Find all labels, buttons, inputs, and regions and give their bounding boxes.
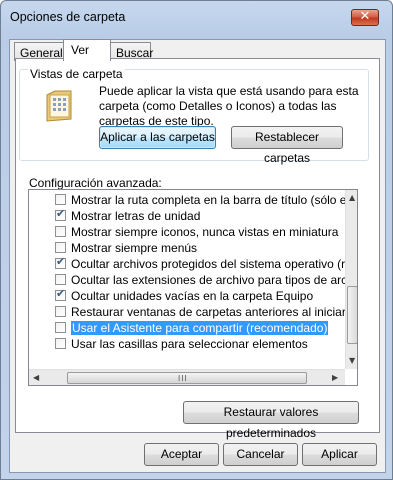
checkbox[interactable] [55,274,66,285]
checkbox[interactable] [55,194,66,205]
checkbox[interactable] [55,226,66,237]
folder-options-window: Opciones de carpeta ✕ General Ver Buscar… [0,0,393,480]
scroll-down-icon[interactable]: ▼ [349,356,355,365]
folder-views-legend: Vistas de carpeta [28,67,125,81]
scroll-right-icon[interactable]: ▶ [332,373,338,382]
checkbox[interactable]: ✔ [55,207,66,221]
list-item-label: Ocultar archivos protegidos del sistema … [71,257,358,271]
checkbox[interactable]: ✔ [55,255,66,269]
vertical-scrollbar[interactable]: ▲ ▼ [345,190,357,369]
title-bar[interactable]: Opciones de carpeta ✕ [1,1,392,35]
restore-defaults-button[interactable]: Restaurar valores predeterminados [183,401,359,440]
advanced-settings-label: Configuración avanzada: [29,176,162,190]
close-icon: ✕ [359,9,371,24]
list-item-label: Ocultar unidades vacías en la carpeta Eq… [71,289,314,303]
apply-button[interactable]: Aplicar [302,443,377,466]
folder-view-icon [46,90,72,122]
folder-views-description: Puede aplicar la vista que está usando p… [99,84,359,128]
tab-ver[interactable]: Ver [63,39,111,61]
accept-button[interactable]: Aceptar [144,443,219,466]
list-item-label: Mostrar siempre iconos, nunca vistas en … [71,225,339,239]
advanced-settings-list[interactable]: Mostrar la ruta completa en la barra de … [28,189,358,386]
list-item-label: Mostrar letras de unidad [71,209,201,223]
checkbox[interactable] [55,306,66,317]
cancel-button[interactable]: Cancelar [223,443,298,466]
reset-folders-button[interactable]: Restablecer carpetas [231,126,343,165]
checkbox[interactable] [55,322,66,333]
check-icon: ✔ [56,207,66,220]
grip-icon: III [178,374,188,383]
horizontal-scrollbar[interactable]: ◀ III ▶ [29,369,345,385]
list-item-label: Mostrar la ruta completa en la barra de … [71,193,358,207]
checkbox[interactable]: ✔ [55,287,66,301]
check-icon: ✔ [56,255,66,268]
vertical-scroll-thumb[interactable] [347,286,357,344]
checkbox[interactable] [55,338,66,349]
horizontal-scroll-thumb[interactable]: III [67,372,307,384]
list-item-label: Usar las casillas para seleccionar eleme… [71,337,308,351]
apply-to-folders-button[interactable]: Aplicar a las carpetas [99,126,216,149]
window-title: Opciones de carpeta [10,10,126,24]
list-item-label: Mostrar siempre menús [71,241,198,255]
list-item-label: Usar el Asistente para compartir (recome… [71,321,329,335]
check-icon: ✔ [56,287,66,300]
scroll-left-icon[interactable]: ◀ [33,373,39,382]
list-item-label: Restaurar ventanas de carpetas anteriore… [71,305,358,319]
checkbox[interactable] [55,242,66,253]
list-item-label: Ocultar las extensiones de archivo para … [71,273,358,287]
scroll-up-icon[interactable]: ▲ [349,193,355,202]
close-button[interactable]: ✕ [351,9,379,26]
